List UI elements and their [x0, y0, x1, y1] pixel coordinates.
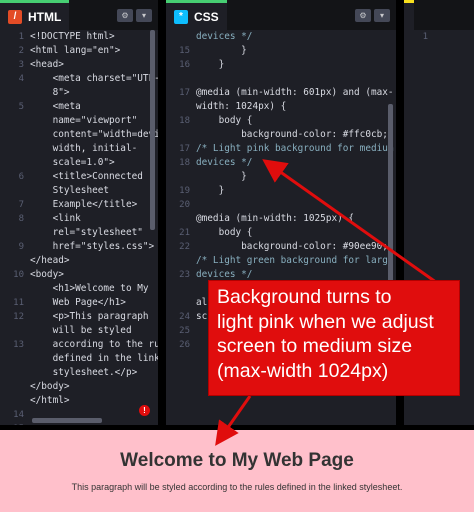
- arrow-to-preview: [215, 395, 252, 446]
- annotation-arrows: [215, 159, 441, 446]
- arrow-to-css: [262, 159, 441, 287]
- annotation-line: (max-width 1024px): [217, 359, 389, 382]
- annotation-line: Background turns to: [217, 286, 392, 308]
- annotation-line: screen to medium size: [217, 335, 413, 357]
- annotation-callout: Background turns to light pink when we ad…: [208, 280, 460, 396]
- annotation-line: light pink when we adjust: [217, 310, 434, 333]
